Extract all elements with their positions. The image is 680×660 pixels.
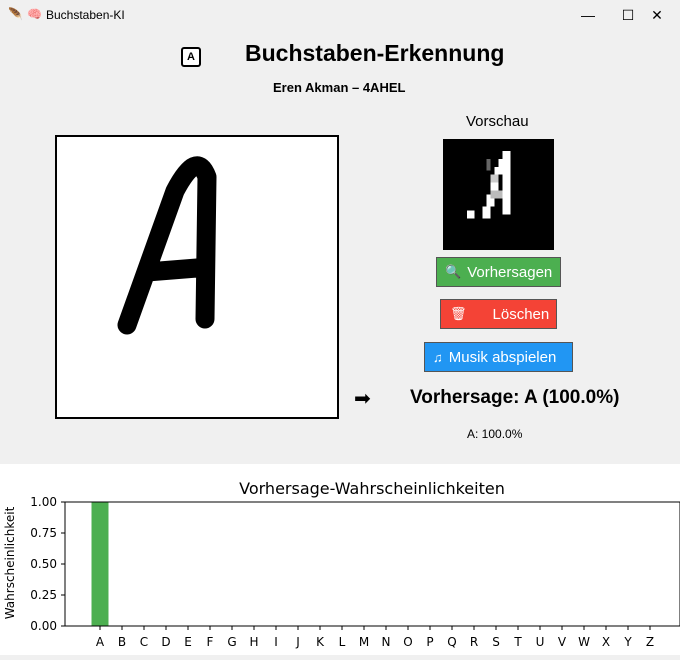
- chart-frame: [64, 501, 680, 627]
- chart-ylabel: Wahrscheinlichkeit: [3, 506, 17, 619]
- page-title: Buchstaben-Erkennung: [245, 40, 505, 66]
- app-icon: 🧠: [27, 7, 42, 21]
- x-tick-label-n: N: [382, 635, 391, 649]
- x-tick-label-k: K: [316, 635, 325, 649]
- prediction-result: Vorhersage: A (100.0%): [410, 387, 620, 408]
- chart-title: Vorhersage-Wahrscheinlichkeiten: [239, 479, 505, 498]
- close-button[interactable]: ✕: [634, 0, 680, 30]
- x-tick-label-f: F: [207, 635, 214, 649]
- letter-a-icon: A: [181, 47, 201, 67]
- trash-icon: 🗑: [450, 306, 467, 321]
- window-title: Buchstaben-KI: [46, 8, 125, 22]
- predict-button-label: Vorhersagen: [467, 263, 553, 281]
- x-tick-label-h: H: [249, 635, 258, 649]
- feather-icon: 🪶: [8, 7, 23, 21]
- preview-letter-pixels: [466, 150, 511, 219]
- x-tick-label-z: Z: [646, 635, 654, 649]
- x-tick-label-j: J: [295, 635, 300, 649]
- preview-label: Vorschau: [466, 113, 529, 130]
- x-tick-label-x: X: [602, 635, 610, 649]
- bar-a: [91, 502, 109, 626]
- x-tick-label-w: W: [578, 635, 590, 649]
- y-tick-label: 0.00: [30, 619, 57, 633]
- x-tick-label-e: E: [184, 635, 192, 649]
- y-tick-label: 0.25: [30, 588, 57, 602]
- x-tick-label-q: Q: [447, 635, 456, 649]
- x-tick-label-y: Y: [623, 635, 632, 649]
- y-tick-label: 1.00: [30, 495, 57, 509]
- y-tick-label: 0.50: [30, 557, 57, 571]
- preview-image: [443, 139, 554, 250]
- music-button[interactable]: ♫ Musik abspielen: [424, 342, 573, 372]
- x-tick-label-g: G: [227, 635, 236, 649]
- x-tick-label-l: L: [339, 635, 346, 649]
- music-note-icon: ♫: [433, 349, 443, 365]
- music-button-label: Musik abspielen: [448, 348, 557, 366]
- x-tick-label-c: C: [140, 635, 148, 649]
- x-tick-label-d: D: [161, 635, 170, 649]
- x-tick-label-b: B: [118, 635, 126, 649]
- title-bar: 🪶 🧠 Buchstaben-KI — ☐ ✕: [0, 0, 680, 30]
- clear-button[interactable]: 🗑 Löschen: [440, 299, 557, 329]
- x-tick-label-p: P: [426, 635, 433, 649]
- y-tick-label: 0.75: [30, 526, 57, 540]
- x-tick-label-t: T: [513, 635, 522, 649]
- x-tick-label-a: A: [96, 635, 105, 649]
- x-tick-label-o: O: [403, 635, 412, 649]
- probability-chart-svg: Vorhersage-Wahrscheinlichkeiten Wahrsche…: [3, 479, 680, 649]
- clear-button-label: Löschen: [492, 305, 550, 323]
- arrow-right-icon: ➡: [354, 388, 371, 410]
- x-tick-label-i: I: [274, 635, 278, 649]
- app-content: A Buchstaben-Erkennung Eren Akman – 4AHE…: [0, 30, 680, 464]
- x-tick-label-s: S: [492, 635, 500, 649]
- drawing-canvas[interactable]: [55, 135, 339, 419]
- predict-button[interactable]: 🔍 Vorhersagen: [436, 257, 561, 287]
- x-tick-label-m: M: [359, 635, 369, 649]
- author-label: Eren Akman – 4AHEL: [273, 80, 406, 95]
- x-tick-label-v: V: [558, 635, 567, 649]
- x-tick-label-r: R: [470, 635, 478, 649]
- x-tick-label-u: U: [536, 635, 545, 649]
- drawn-letter-stroke: [117, 156, 217, 335]
- magnifier-icon: 🔍: [445, 264, 462, 279]
- probability-chart: Vorhersage-Wahrscheinlichkeiten Wahrsche…: [0, 464, 680, 655]
- top-probability: A: 100.0%: [467, 427, 523, 441]
